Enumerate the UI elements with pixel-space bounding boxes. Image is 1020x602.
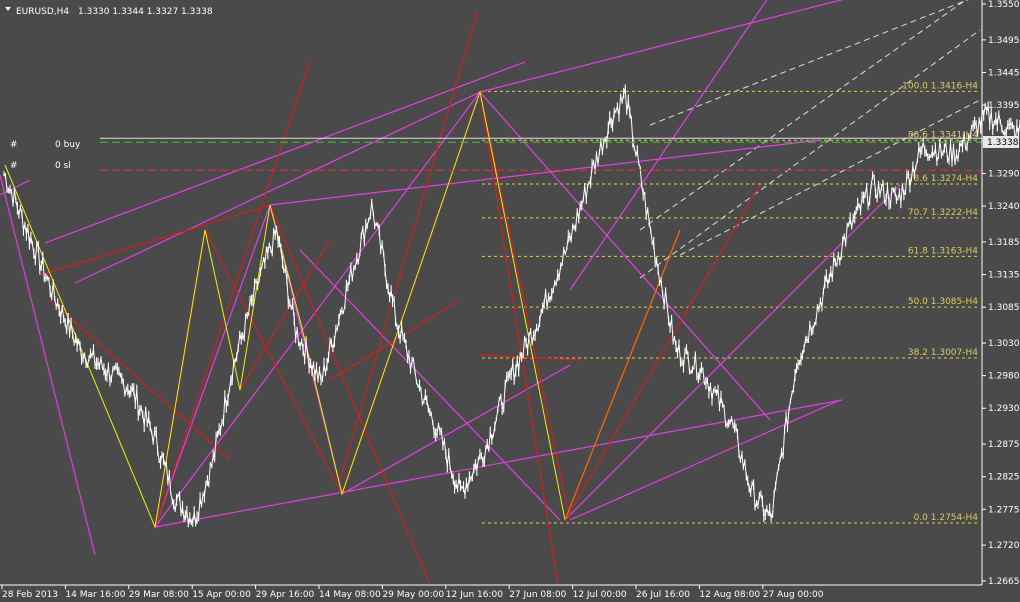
time-tick-label: 14 Mar 16:00 [65, 590, 125, 600]
price-tick-label: 1.3550 [988, 0, 1020, 10]
price-tick-label: 1.2775 [988, 505, 1020, 515]
price-tick-label: 1.3085 [988, 303, 1020, 313]
price-tick-label: 1.3240 [988, 202, 1020, 212]
fib-level-label: 61.8 1.3163-H4 [908, 246, 978, 256]
fib-level-label: 100.0 1.3416-H4 [902, 81, 978, 91]
price-tick-label: 1.2875 [988, 440, 1020, 450]
current-price-label: 1.3338 [987, 138, 1019, 148]
sl-order-marker[interactable]: # [10, 161, 18, 171]
buy-order-marker[interactable]: # [10, 140, 18, 150]
price-tick-label: 1.2665 [988, 577, 1020, 587]
fib-level-label: 50.0 1.3085-H4 [908, 297, 978, 307]
fib-level-label: 70.7 1.3222-H4 [908, 208, 978, 218]
time-tick-label: 12 Aug 08:00 [699, 590, 760, 600]
time-tick-label: 12 Jun 16:00 [446, 590, 503, 600]
buy-order-label[interactable]: 0 buy [55, 140, 81, 150]
time-tick-label: 29 May 00:00 [382, 590, 444, 600]
time-tick-label: 27 Jun 08:00 [509, 590, 566, 600]
price-tick-label: 1.3395 [988, 101, 1020, 111]
time-tick-label: 27 Aug 00:00 [763, 590, 824, 600]
price-tick-label: 1.2930 [988, 404, 1020, 414]
price-tick-label: 1.3445 [988, 68, 1020, 78]
time-tick-label: 26 Jul 16:00 [636, 590, 690, 600]
time-tick-label: 29 Apr 16:00 [256, 590, 315, 600]
chart-symbol: EURUSD,H4 [16, 7, 69, 17]
price-tick-label: 1.3290 [988, 170, 1020, 180]
chart-ohlc: 1.3330 1.3344 1.3327 1.3338 [78, 7, 213, 17]
fib-level-label: 0.0 1.2754-H4 [914, 513, 979, 523]
price-chart[interactable]: 100.0 1.3416-H4 88.6 1.3341-H4 78.6 1.3274… [0, 0, 1020, 602]
chart-background [0, 0, 1020, 602]
fib-level-label: 38.2 1.3007-H4 [908, 348, 978, 358]
fib-level-label: 88.6 1.3341-H4 [908, 130, 978, 140]
price-tick-label: 1.3135 [988, 271, 1020, 281]
price-tick-label: 1.2720 [988, 541, 1020, 551]
price-tick-label: 1.3495 [988, 36, 1020, 46]
fib-level-label: 78.6 1.3274-H4 [908, 174, 978, 184]
chart-window[interactable]: 100.0 1.3416-H4 88.6 1.3341-H4 78.6 1.3274… [0, 0, 1020, 602]
time-tick-label: 14 May 08:00 [319, 590, 381, 600]
price-tick-label: 1.3185 [988, 238, 1020, 248]
time-tick-label: 29 Mar 08:00 [129, 590, 189, 600]
time-tick-label: 12 Jul 00:00 [573, 590, 627, 600]
time-tick-label: 15 Apr 00:00 [192, 590, 251, 600]
price-tick-label: 1.3030 [988, 339, 1020, 349]
price-tick-label: 1.2980 [988, 372, 1020, 382]
time-tick-label: 28 Feb 2013 [2, 590, 58, 600]
price-tick-label: 1.2825 [988, 473, 1020, 483]
sl-order-label[interactable]: 0 sl [55, 161, 71, 171]
